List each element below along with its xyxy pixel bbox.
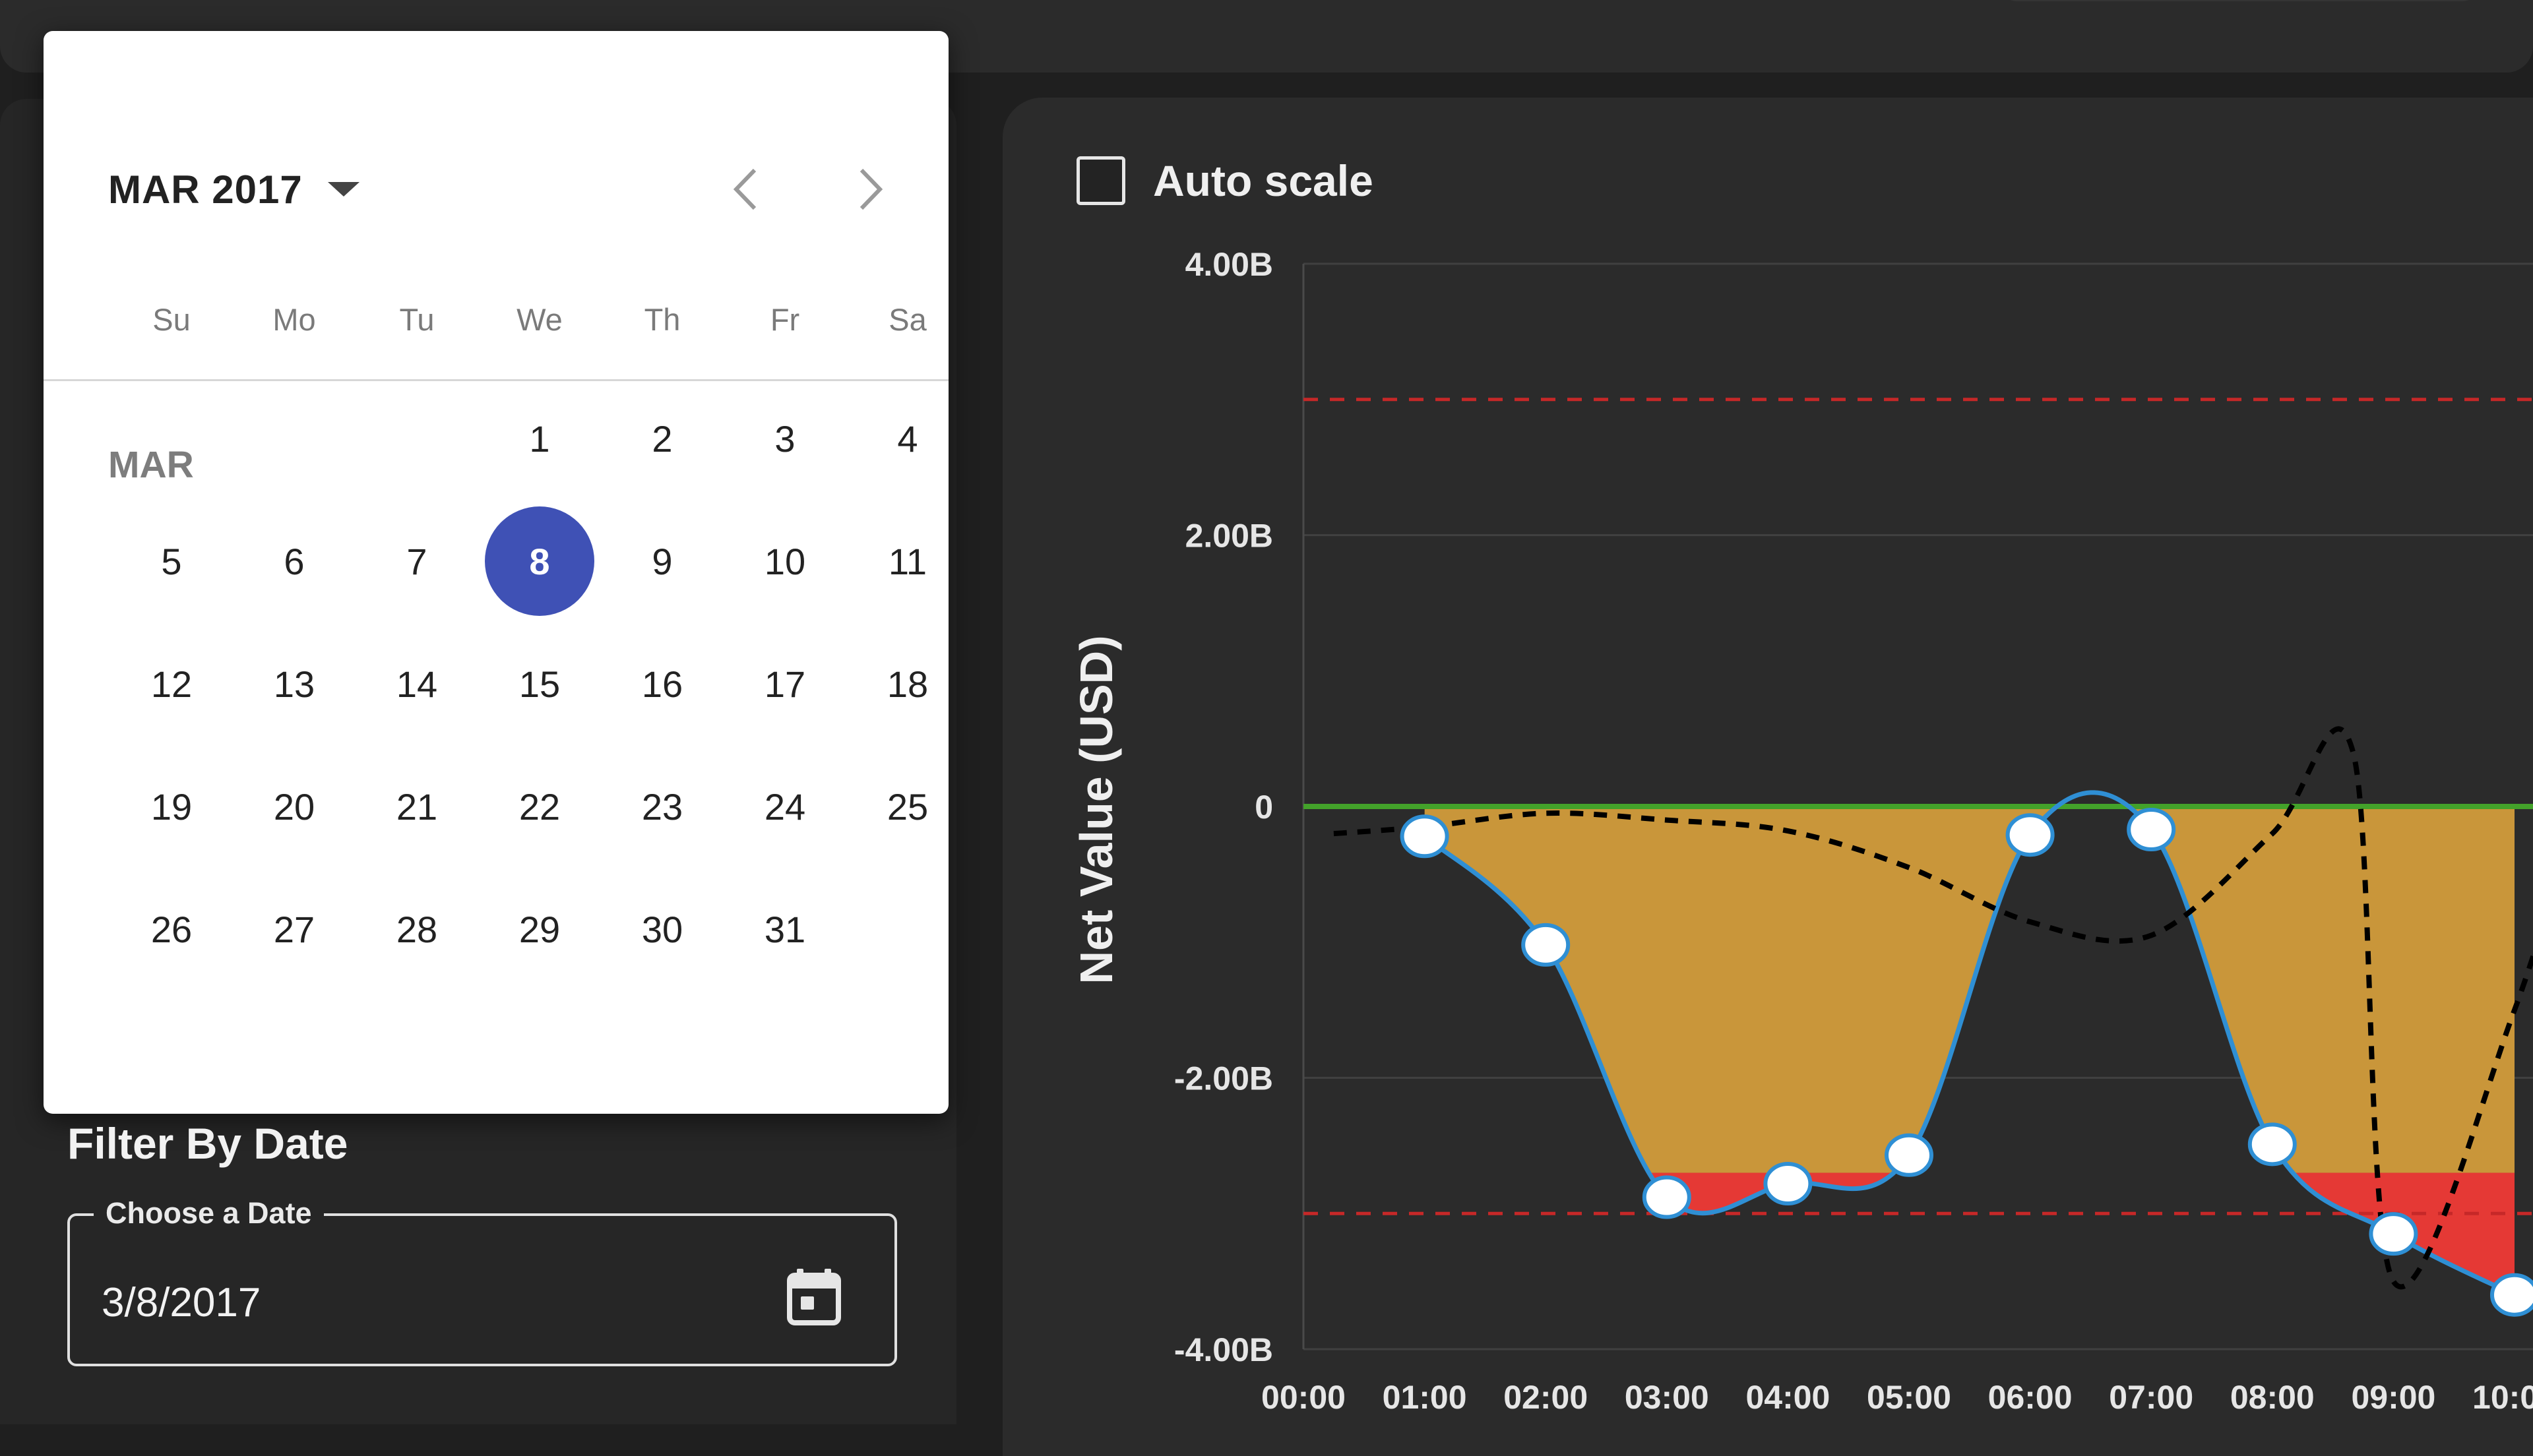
data-point	[2005, 813, 2055, 857]
x-tick-label: 10:00	[2472, 1379, 2533, 1416]
data-point	[2247, 1122, 2297, 1167]
data-point	[2490, 1273, 2533, 1317]
data-point	[2369, 1212, 2418, 1256]
x-tick-label: 08:00	[2230, 1379, 2315, 1416]
x-tick-label: 00:00	[1261, 1379, 1346, 1416]
data-point	[1763, 1161, 1813, 1205]
y-tick-label: -4.00B	[1174, 1331, 1273, 1368]
data-point	[1642, 1175, 1691, 1219]
data-point	[2127, 807, 2176, 851]
y-axis-label: Net Value (USD)	[1071, 636, 1122, 985]
x-tick-label: 09:00	[2351, 1379, 2435, 1416]
data-point	[1885, 1133, 1933, 1177]
data-point	[1521, 923, 1571, 967]
data-point	[1400, 814, 1449, 859]
net-value-chart: 4.00B 2.00B 0 -2.00B -4.00B 00:00 01:00 02:00 03…	[1071, 246, 2533, 1416]
y-tick-label: 2.00B	[1185, 518, 1273, 555]
x-tick-label: 05:00	[1867, 1379, 1951, 1416]
area-fill-lower	[1424, 1172, 2515, 1295]
x-tick-label: 03:00	[1625, 1379, 1709, 1416]
x-tick-label: 02:00	[1503, 1379, 1588, 1416]
y-tick-label: -2.00B	[1174, 1060, 1273, 1097]
x-tick-label: 06:00	[1988, 1379, 2073, 1416]
y-tick-label: 4.00B	[1185, 246, 1273, 283]
x-tick-label: 07:00	[2109, 1379, 2193, 1416]
x-tick-label: 04:00	[1745, 1379, 1830, 1416]
y-tick-label: 0	[1255, 789, 1273, 826]
x-tick-label: 01:00	[1383, 1379, 1467, 1416]
